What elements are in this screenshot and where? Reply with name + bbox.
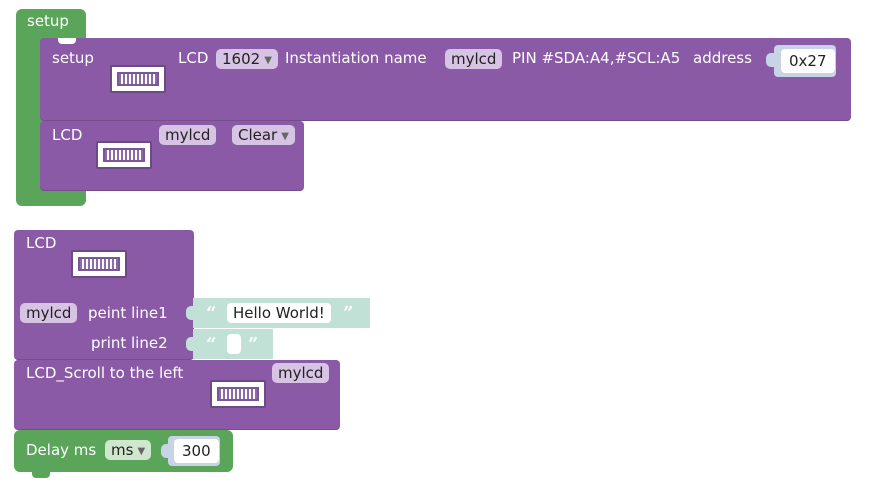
- setup-block-label: setup: [27, 12, 69, 30]
- lcd-setup-label: setup: [52, 49, 94, 67]
- lcd-model-value: 1602: [222, 50, 261, 68]
- lcd-scroll-name-field[interactable]: mylcd: [272, 363, 330, 383]
- lcd-clear-label: LCD: [52, 126, 83, 144]
- lcd-clear-action-value: Clear: [238, 126, 278, 144]
- open-quote-icon: “: [206, 334, 217, 355]
- dropdown-arrow-icon: ▼: [281, 131, 289, 142]
- lcd-clear-name-field[interactable]: mylcd: [159, 125, 217, 145]
- lcd-label: LCD: [178, 49, 209, 67]
- lcd-display-icon: [96, 141, 152, 169]
- print-line2-label: print line2: [91, 334, 168, 352]
- delay-value-field[interactable]: 300: [174, 439, 219, 463]
- lcd-display-icon: [210, 380, 266, 408]
- address-label: address: [693, 49, 752, 67]
- close-quote-icon: ”: [343, 303, 354, 324]
- lcd-print-name-field[interactable]: mylcd: [20, 303, 78, 323]
- lcd-clear-action-dropdown[interactable]: Clear ▼: [232, 125, 295, 145]
- print-line1-label: peint line1: [88, 304, 168, 322]
- dropdown-arrow-icon: ▼: [137, 446, 146, 457]
- instance-name-field[interactable]: mylcd: [445, 49, 503, 69]
- lcd-display-icon: [71, 250, 127, 278]
- close-quote-icon: ”: [248, 334, 259, 355]
- delay-unit-dropdown[interactable]: ms ▼: [105, 440, 152, 460]
- pin-label: PIN #SDA:A4,#SCL:A5: [512, 49, 681, 67]
- delay-label: Delay ms: [26, 441, 97, 459]
- open-quote-icon: “: [206, 303, 217, 324]
- instantiation-name-label: Instantiation name: [285, 49, 427, 67]
- lcd-display-icon: [110, 65, 166, 93]
- lcd-print-label: LCD: [26, 234, 57, 252]
- line2-string-value[interactable]: [227, 334, 241, 354]
- address-field[interactable]: 0x27: [781, 49, 835, 73]
- dropdown-arrow-icon: ▼: [264, 55, 272, 66]
- delay-unit-value: ms: [111, 441, 134, 459]
- lcd-model-dropdown[interactable]: 1602 ▼: [216, 49, 278, 69]
- line1-string-value[interactable]: Hello World!: [227, 303, 331, 323]
- lcd-scroll-label: LCD_Scroll to the left: [26, 364, 184, 382]
